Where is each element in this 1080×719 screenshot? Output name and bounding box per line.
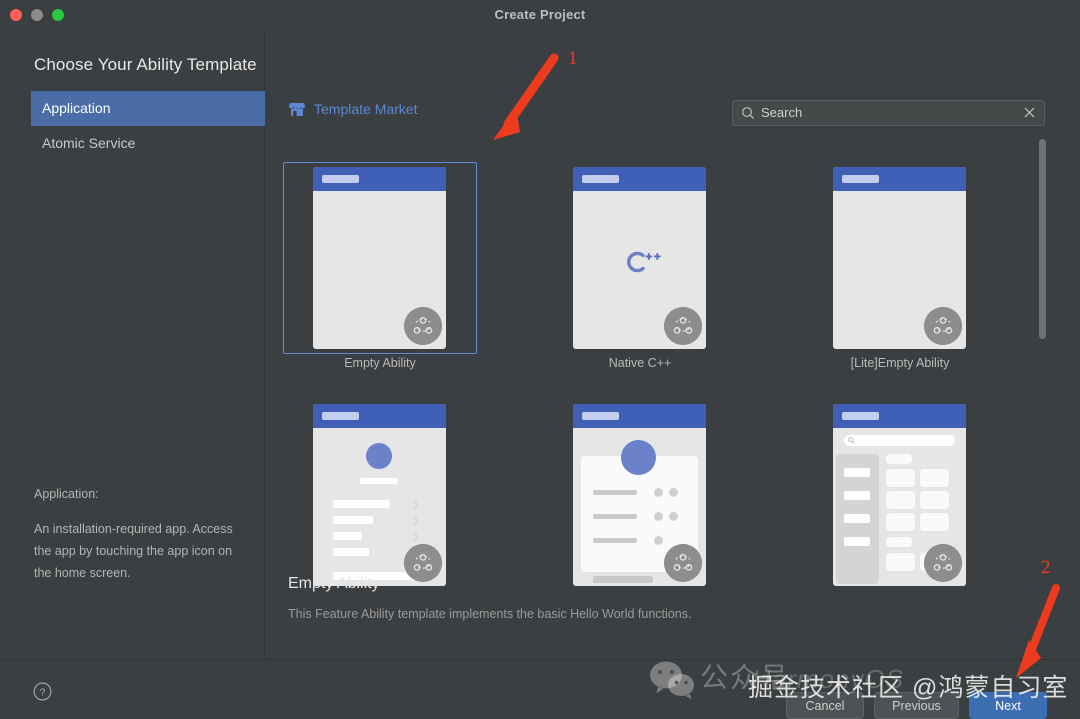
- cancel-button[interactable]: Cancel: [786, 692, 864, 719]
- thumb-tile: [886, 553, 915, 571]
- thumb-search-bar: [844, 435, 955, 446]
- title-bar: Create Project: [0, 0, 1080, 30]
- thumb-tile: [886, 454, 912, 464]
- thumb-dot: [654, 512, 663, 521]
- annotation-number-2: 2: [1041, 557, 1051, 578]
- thumb-dot: [669, 512, 678, 521]
- thumb-line: [593, 576, 653, 583]
- thumb-avatar: [621, 440, 656, 475]
- thumb-tile: [886, 491, 915, 509]
- template-thumbnail: ❯ ❯ ❯ ❯: [313, 404, 446, 586]
- search-input[interactable]: Search: [761, 101, 802, 125]
- template-market-link[interactable]: Template Market: [289, 101, 417, 117]
- template-grid: Empty Ability Native C++ [Lite]Empty Abi…: [283, 134, 1043, 594]
- chevron-right-icon: ❯: [412, 515, 420, 525]
- thumb-title-pill: [842, 412, 879, 420]
- chevron-right-icon: ❯: [412, 531, 420, 541]
- category-item-atomic-service[interactable]: Atomic Service: [31, 126, 265, 161]
- selected-template-description: This Feature Ability template implements…: [288, 607, 692, 621]
- thumb-dot: [654, 488, 663, 497]
- thumb-dot: [669, 488, 678, 497]
- category-list: Application Atomic Service: [31, 91, 265, 161]
- thumb-tile: [886, 469, 915, 487]
- left-pane: Choose Your Ability Template Application…: [0, 29, 265, 659]
- thumb-dot: [654, 536, 663, 545]
- thumb-tile: [920, 469, 949, 487]
- template-card-empty-ability[interactable]: Empty Ability: [283, 162, 479, 370]
- thumb-line: [593, 514, 637, 519]
- category-description-title: Application:: [34, 487, 99, 501]
- thumb-tile: [886, 513, 915, 531]
- template-card-caption: Native C++: [608, 356, 672, 370]
- previous-button[interactable]: Previous: [874, 692, 959, 719]
- thumb-title-pill: [582, 412, 619, 420]
- template-thumbnail: [573, 167, 706, 349]
- thumb-line: [844, 514, 870, 523]
- thumb-line: [593, 538, 637, 543]
- dialog-content: Choose Your Ability Template Application…: [0, 29, 1080, 659]
- thumb-line: [333, 532, 362, 540]
- next-button[interactable]: Next: [969, 692, 1047, 719]
- search-box[interactable]: Search: [732, 100, 1045, 126]
- search-icon: [741, 106, 755, 120]
- chevron-right-icon: ❯: [412, 499, 420, 509]
- storefront-icon: [289, 102, 305, 117]
- template-thumbnail: [573, 404, 706, 586]
- harmony-badge-icon: [924, 307, 962, 345]
- annotation-number-1: 1: [568, 48, 578, 69]
- thumb-tile: [886, 537, 912, 547]
- thumb-line: [844, 491, 870, 500]
- window-title: Create Project: [494, 7, 586, 22]
- thumb-title-pill: [322, 175, 359, 183]
- thumb-title-pill: [322, 412, 359, 420]
- template-card-contact[interactable]: [543, 399, 739, 604]
- template-thumbnail: [833, 167, 966, 349]
- template-grid-scrollbar[interactable]: [1039, 139, 1046, 339]
- right-pane: Template Market Search Empty Ability Nat…: [265, 29, 1080, 659]
- harmony-badge-icon: [664, 544, 702, 582]
- thumb-line: [333, 516, 373, 524]
- category-description-body: An installation-required app. Access the…: [34, 521, 233, 580]
- thumb-line: [360, 478, 398, 484]
- template-card-native-cpp[interactable]: Native C++: [543, 162, 739, 370]
- thumb-title-pill: [842, 175, 879, 183]
- page-title: Choose Your Ability Template: [34, 55, 257, 74]
- category-item-label: Application: [42, 100, 111, 116]
- close-icon[interactable]: [1022, 105, 1037, 120]
- template-thumbnail: [833, 404, 966, 586]
- harmony-badge-icon: [404, 307, 442, 345]
- thumb-tile: [920, 513, 949, 531]
- thumb-line: [844, 468, 870, 477]
- harmony-badge-icon: [404, 544, 442, 582]
- template-card-profile[interactable]: ❯ ❯ ❯ ❯: [283, 399, 479, 604]
- template-thumbnail: [313, 167, 446, 349]
- thumb-line: [333, 500, 390, 508]
- category-item-application[interactable]: Application: [31, 91, 265, 126]
- template-card-catalog[interactable]: [803, 399, 999, 604]
- template-market-label: Template Market: [314, 101, 418, 117]
- thumb-line: [333, 548, 369, 556]
- create-project-dialog: Create Project Choose Your Ability Templ…: [0, 0, 1080, 719]
- help-circle-icon[interactable]: ?: [33, 682, 52, 701]
- selected-template-title: Empty Ability: [288, 575, 380, 592]
- thumb-line: [844, 537, 870, 546]
- harmony-badge-icon: [924, 544, 962, 582]
- cpp-logo-icon: [617, 249, 663, 280]
- template-card-lite-empty-ability[interactable]: [Lite]Empty Ability: [803, 162, 999, 370]
- thumb-line: [593, 490, 637, 495]
- thumb-title-pill: [582, 175, 619, 183]
- thumb-tile: [920, 491, 949, 509]
- category-description: Application: An installation-required ap…: [34, 484, 252, 585]
- category-item-label: Atomic Service: [42, 135, 136, 151]
- svg-text:?: ?: [40, 686, 46, 698]
- harmony-badge-icon: [664, 307, 702, 345]
- search-icon: [848, 437, 855, 444]
- template-card-caption: Empty Ability: [344, 356, 416, 370]
- thumb-avatar: [366, 443, 392, 469]
- template-card-caption: [Lite]Empty Ability: [850, 356, 950, 370]
